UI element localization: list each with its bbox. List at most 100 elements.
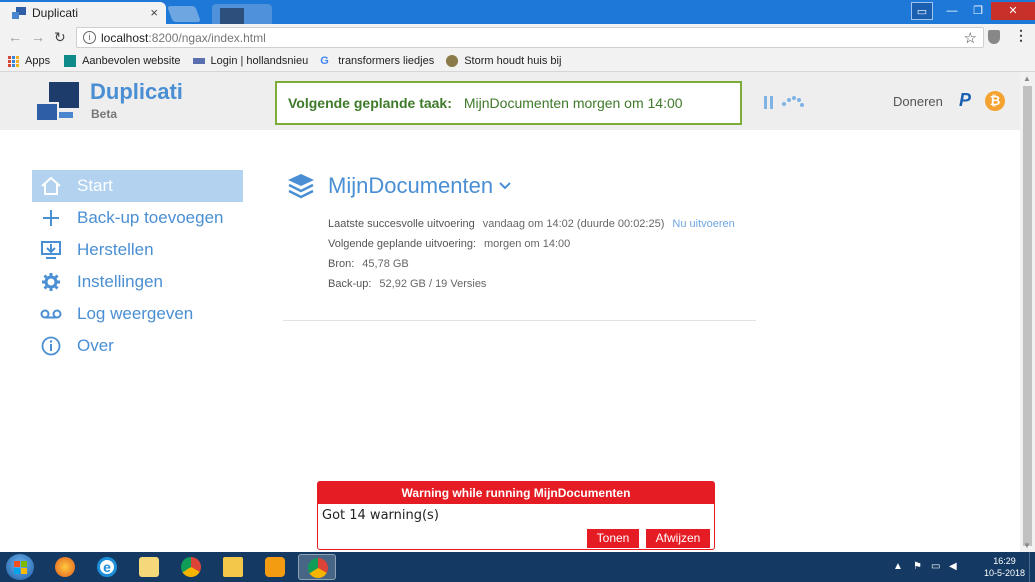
bitcoin-icon[interactable]: ₿	[985, 91, 1005, 111]
app-header: Duplicati Beta Volgende geplande taak: M…	[0, 72, 1020, 130]
extension-shield-icon[interactable]	[988, 30, 1000, 44]
detail-last-run: Laatste succesvolle uitvoering vandaag o…	[328, 218, 735, 230]
warning-popup: Warning while running MijnDocumenten Got…	[317, 481, 715, 550]
gear-icon	[38, 272, 64, 292]
sidebar-item-restore[interactable]: Herstellen	[32, 234, 243, 266]
minimize-button[interactable]: —	[939, 2, 965, 20]
warning-title: Warning while running MijnDocumenten	[318, 482, 714, 504]
back-arrow-icon[interactable]: ←	[8, 29, 22, 45]
volume-icon[interactable]: ◀	[949, 561, 957, 572]
reload-icon[interactable]: ↻	[54, 29, 66, 46]
layers-icon	[288, 174, 314, 199]
system-tray: ▲ ⚑ ▭ ◀ 16:29 10-5-2018	[885, 552, 1035, 582]
browser-menu-icon[interactable]: ⋮	[1014, 27, 1028, 44]
next-task-value: MijnDocumenten morgen om 14:00	[463, 95, 683, 111]
address-bar-row: ← → ↻ i localhost:8200/ngax/index.html ☆	[0, 24, 1035, 51]
window-controls: ▭ — ❐ ✕	[911, 0, 1035, 22]
chrome-taskbar-icon[interactable]	[172, 554, 210, 580]
sidebar-item-label: Instellingen	[77, 272, 164, 291]
network-icon[interactable]: ▭	[931, 561, 940, 572]
donate-label: Doneren	[893, 94, 943, 109]
url-text: localhost:8200/ngax/index.html	[101, 31, 266, 45]
detail-source: Bron: 45,78 GB	[328, 258, 409, 270]
log-icon	[38, 304, 64, 324]
flag-icon[interactable]: ⚑	[913, 561, 922, 572]
bing-icon	[64, 55, 77, 67]
sidebar-item-add-backup[interactable]: Back-up toevoegen	[32, 202, 243, 234]
sidebar-item-label: Log weergeven	[77, 304, 194, 323]
paypal-icon[interactable]: P	[959, 90, 971, 111]
media-taskbar-icon[interactable]	[256, 554, 294, 580]
warning-message: Got 14 warning(s)	[322, 508, 439, 523]
background-window-tab[interactable]	[212, 4, 272, 24]
gear-site-icon	[446, 55, 459, 67]
page-scrollbar[interactable]: ▲ ▼	[1020, 72, 1035, 552]
sidebar-item-settings[interactable]: Instellingen	[32, 266, 243, 298]
sidebar-item-label: Start	[77, 176, 113, 195]
throttle-icon[interactable]	[782, 96, 804, 108]
info-icon	[38, 336, 64, 356]
site-icon	[192, 58, 205, 64]
tray-clock[interactable]: 16:29 10-5-2018	[984, 555, 1025, 579]
next-task-panel: Volgende geplande taak: MijnDocumenten m…	[275, 81, 742, 125]
plus-icon	[38, 208, 64, 228]
bookmark-transformers[interactable]: G transformers liedjes	[320, 55, 434, 67]
tray-expand-icon[interactable]: ▲	[893, 561, 903, 572]
bookmark-login[interactable]: Login | hollandsnieu	[192, 55, 308, 67]
explorer-taskbar-icon[interactable]	[214, 554, 252, 580]
site-info-icon[interactable]: i	[83, 31, 96, 44]
bookmark-star-icon[interactable]: ☆	[964, 29, 977, 47]
show-warnings-button[interactable]: Tonen	[587, 529, 639, 548]
new-tab-button[interactable]	[167, 6, 201, 22]
apps-grid-icon	[8, 55, 19, 67]
bookmarks-bar: Apps Aanbevolen website Login | hollands…	[0, 51, 1035, 72]
brand-name[interactable]: Duplicati	[90, 79, 183, 105]
start-button[interactable]	[6, 554, 34, 580]
close-window-button[interactable]: ✕	[991, 2, 1035, 20]
chevron-down-icon[interactable]	[499, 181, 511, 191]
sidebar-item-label: Over	[77, 336, 114, 355]
scroll-up-icon[interactable]: ▲	[1023, 74, 1031, 83]
backup-details: Laatste succesvolle uitvoering vandaag o…	[328, 214, 735, 294]
app-taskbar-icon[interactable]	[130, 554, 168, 580]
home-icon	[38, 176, 64, 196]
ie-taskbar-icon[interactable]: e	[88, 554, 126, 580]
run-now-link[interactable]: Nu uitvoeren	[672, 218, 734, 230]
firefox-taskbar-icon[interactable]	[46, 554, 84, 580]
profile-icon[interactable]: ▭	[911, 2, 933, 20]
restore-icon	[38, 240, 64, 260]
forward-arrow-icon[interactable]: →	[31, 29, 45, 45]
scrollbar-thumb[interactable]	[1023, 86, 1032, 546]
windows-taskbar: e ▲ ⚑ ▭ ◀ 16:29 10-5-2018	[0, 552, 1035, 582]
dismiss-button[interactable]: Afwijzen	[646, 529, 710, 548]
bookmark-apps[interactable]: Apps	[8, 55, 50, 67]
bookmark-aanbevolen[interactable]: Aanbevolen website	[64, 55, 181, 67]
tab-duplicati[interactable]: Duplicati ×	[0, 2, 166, 24]
chrome-active-taskbar-icon[interactable]	[298, 554, 336, 580]
backup-title-row[interactable]: MijnDocumenten	[286, 172, 511, 200]
sidebar-item-log[interactable]: Log weergeven	[32, 298, 243, 330]
tab-close-icon[interactable]: ×	[150, 5, 158, 20]
duplicati-favicon-icon	[12, 7, 26, 19]
sidebar-nav: Start Back-up toevoegen Herstellen Inste…	[32, 170, 243, 362]
detail-backup-size: Back-up: 52,92 GB / 19 Versies	[328, 278, 487, 290]
sidebar-item-label: Herstellen	[77, 240, 154, 259]
google-icon: G	[320, 55, 329, 67]
show-desktop-button[interactable]	[1029, 552, 1035, 582]
backup-name[interactable]: MijnDocumenten	[328, 173, 493, 199]
bookmark-storm[interactable]: Storm houdt huis bij	[446, 55, 561, 67]
content-divider	[283, 320, 756, 321]
scroll-down-icon[interactable]: ▼	[1023, 541, 1031, 550]
duplicati-logo[interactable]	[35, 80, 81, 122]
detail-next-run: Volgende geplande uitvoering: morgen om …	[328, 238, 571, 250]
sidebar-item-about[interactable]: Over	[32, 330, 243, 362]
sidebar-item-start[interactable]: Start	[32, 170, 243, 202]
maximize-button[interactable]: ❐	[965, 2, 991, 20]
sidebar-item-label: Back-up toevoegen	[77, 208, 224, 227]
pause-icon[interactable]	[764, 96, 774, 109]
next-task-label: Volgende geplande taak:	[288, 95, 452, 111]
url-input[interactable]: i localhost:8200/ngax/index.html ☆	[76, 27, 984, 48]
browser-tab-strip: Duplicati × ▭ — ❐ ✕	[0, 0, 1035, 24]
brand-sub: Beta	[91, 107, 118, 121]
tab-title: Duplicati	[32, 6, 79, 20]
